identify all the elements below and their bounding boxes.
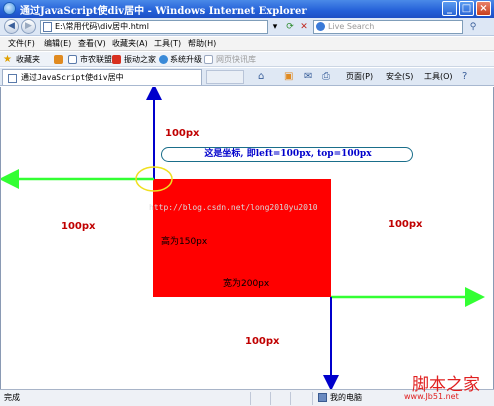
favorite-link-1[interactable]: 市农联盟 [80, 54, 112, 65]
security-zone[interactable]: 我的电脑 [330, 392, 362, 404]
close-button[interactable]: × [476, 1, 491, 16]
search-input[interactable]: Live Search [313, 20, 463, 34]
menu-tools[interactable]: 工具(T) [154, 38, 181, 50]
forward-button[interactable]: ▶ [21, 19, 36, 34]
stop-icon[interactable]: ✕ [297, 20, 311, 34]
favorite-link-3[interactable]: 系统升级 [170, 54, 202, 65]
mail-icon[interactable]: ✉ [304, 71, 312, 83]
status-text: 完成 [4, 393, 20, 402]
minimize-button[interactable]: _ [442, 1, 457, 16]
computer-icon [318, 393, 327, 402]
menu-edit[interactable]: 编辑(E) [44, 38, 71, 50]
title-bar: 通过JavaScript使div居中 - Windows Internet Ex… [0, 0, 494, 18]
coordinate-callout: 这是坐标, 即left=100px, top=100px [161, 147, 413, 162]
menu-help[interactable]: 帮助(H) [188, 38, 216, 50]
arrows-overlay [1, 87, 485, 389]
status-divider [290, 392, 291, 405]
address-dropdown-icon[interactable]: ▾ [268, 20, 282, 34]
status-divider [312, 392, 313, 405]
tab-page-icon [8, 74, 17, 83]
search-icon[interactable]: ⚲ [466, 20, 480, 34]
live-search-icon [316, 22, 325, 31]
tab-bar: 通过JavaScript使div居中 ⌂ ▣ ✉ ⎙ 页面(P) 安全(S) 工… [0, 68, 494, 86]
tab-current[interactable]: 通过JavaScript使div居中 [2, 69, 202, 85]
page-menu[interactable]: 页面(P) [346, 71, 373, 83]
menu-favorites[interactable]: 收藏夹(A) [112, 38, 148, 50]
menu-file[interactable]: 文件(F) [8, 38, 35, 50]
new-tab-button[interactable] [206, 70, 244, 84]
ie-logo-icon [3, 2, 16, 15]
link-page-icon-2 [204, 55, 213, 64]
print-icon[interactable]: ⎙ [322, 71, 330, 83]
add-favorite-icon[interactable] [54, 55, 63, 64]
menu-bar: 文件(F) 编辑(E) 查看(V) 收藏夹(A) 工具(T) 帮助(H) [0, 37, 494, 51]
status-divider [250, 392, 251, 405]
home-icon[interactable]: ⌂ [258, 71, 264, 83]
favorites-bar: ★ 收藏夹 市农联盟 振动之家 系统升级 网页快讯库 [0, 52, 494, 67]
maximize-button[interactable]: □ [459, 1, 474, 16]
help-icon[interactable]: ? [462, 71, 467, 83]
back-button[interactable]: ◀ [4, 19, 19, 34]
address-input[interactable]: E:\常用代码\div居中.html [40, 20, 268, 34]
safety-menu[interactable]: 安全(S) [386, 71, 413, 83]
tools-menu[interactable]: 工具(O) [424, 71, 453, 83]
menu-view[interactable]: 查看(V) [78, 38, 106, 50]
favorites-star-icon[interactable]: ★ [3, 54, 12, 65]
callout-text: 这是坐标, 即left=100px, top=100px [204, 149, 372, 159]
favorite-link-2[interactable]: 振动之家 [124, 54, 156, 65]
page-content: http://blog.csdn.net/long2010yu2010 高为15… [0, 87, 494, 389]
favorites-label[interactable]: 收藏夹 [16, 54, 40, 65]
refresh-icon[interactable]: ⟳ [283, 20, 297, 34]
address-bar: ◀ ▶ E:\常用代码\div居中.html ▾ ⟳ ✕ Live Search… [0, 18, 494, 36]
link-page-icon [68, 55, 77, 64]
link-logo-icon [112, 55, 121, 64]
feeds-icon[interactable]: ▣ [284, 71, 293, 83]
page-icon [43, 22, 52, 32]
site-url: www.Jb51.net [404, 392, 459, 401]
tab-title: 通过JavaScript使div居中 [21, 73, 124, 82]
link-globe-icon [159, 55, 168, 64]
status-divider [270, 392, 271, 405]
favorite-link-4[interactable]: 网页快讯库 [216, 54, 256, 65]
window-title: 通过JavaScript使div居中 - Windows Internet Ex… [20, 6, 307, 17]
